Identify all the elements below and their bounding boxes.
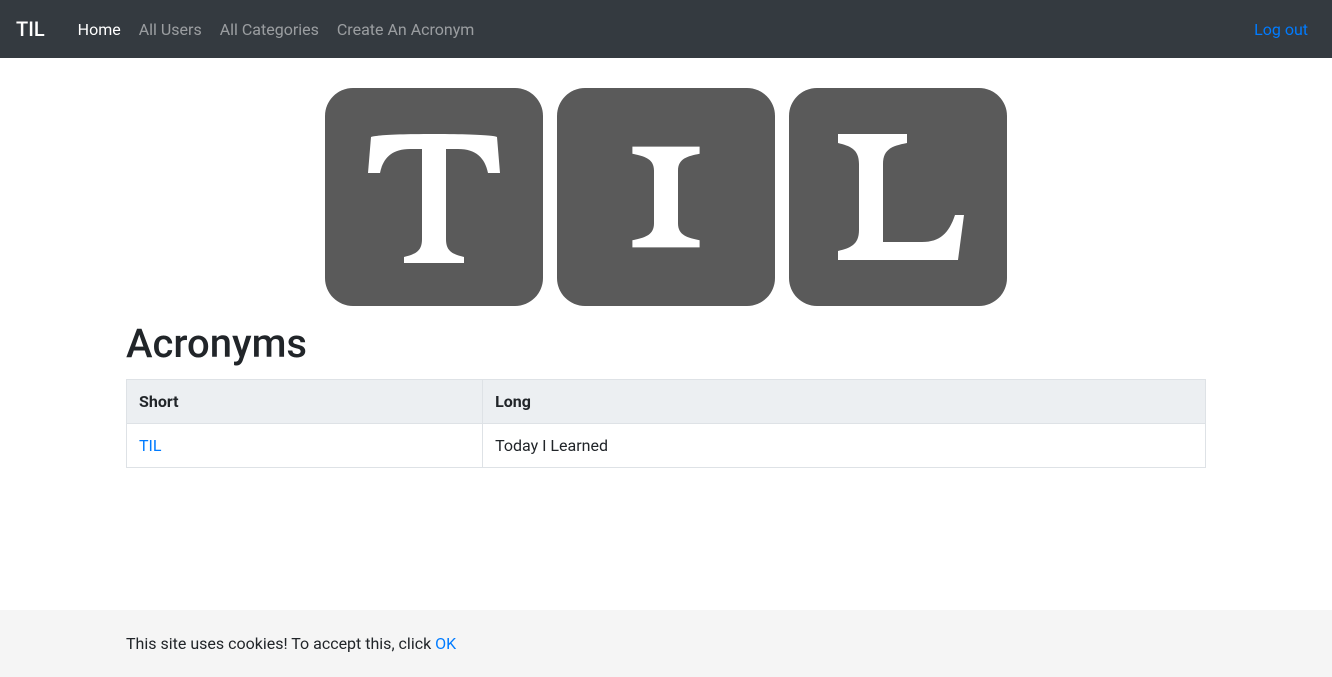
nav-home[interactable]: Home [69, 12, 130, 47]
cookie-ok-link[interactable]: OK [435, 634, 456, 653]
cookie-bar: This site uses cookies! To accept this, … [0, 610, 1332, 677]
logout-link[interactable]: Log out [1246, 12, 1316, 47]
main-container: Acronyms Short Long TIL Today I Learned [111, 88, 1221, 468]
table-row: TIL Today I Learned [127, 424, 1206, 468]
nav-all-categories[interactable]: All Categories [211, 12, 328, 47]
brand-link[interactable]: TIL [16, 17, 45, 41]
nav-all-users[interactable]: All Users [130, 12, 211, 47]
acronym-table: Short Long TIL Today I Learned [126, 379, 1206, 468]
navbar-nav: Home All Users All Categories Create An … [69, 20, 484, 39]
header-short: Short [127, 380, 483, 424]
logo-tile-i [557, 88, 775, 306]
header-long: Long [483, 380, 1206, 424]
cell-long: Today I Learned [483, 424, 1206, 468]
table-header-row: Short Long [127, 380, 1206, 424]
logo-tile-t [325, 88, 543, 306]
logo-row [126, 88, 1206, 306]
acronym-link[interactable]: TIL [139, 436, 162, 455]
navbar: TIL Home All Users All Categories Create… [0, 0, 1332, 58]
cookie-text: This site uses cookies! To accept this, … [126, 634, 435, 653]
page-title: Acronyms [126, 320, 1206, 367]
nav-create-acronym[interactable]: Create An Acronym [328, 12, 483, 47]
cookie-content: This site uses cookies! To accept this, … [111, 634, 1221, 653]
letter-l-icon [823, 112, 973, 282]
logo-tile-l [789, 88, 1007, 306]
letter-t-icon [359, 112, 509, 282]
navbar-left: TIL Home All Users All Categories Create… [16, 17, 483, 41]
cell-short: TIL [127, 424, 483, 468]
letter-i-icon [606, 112, 726, 282]
